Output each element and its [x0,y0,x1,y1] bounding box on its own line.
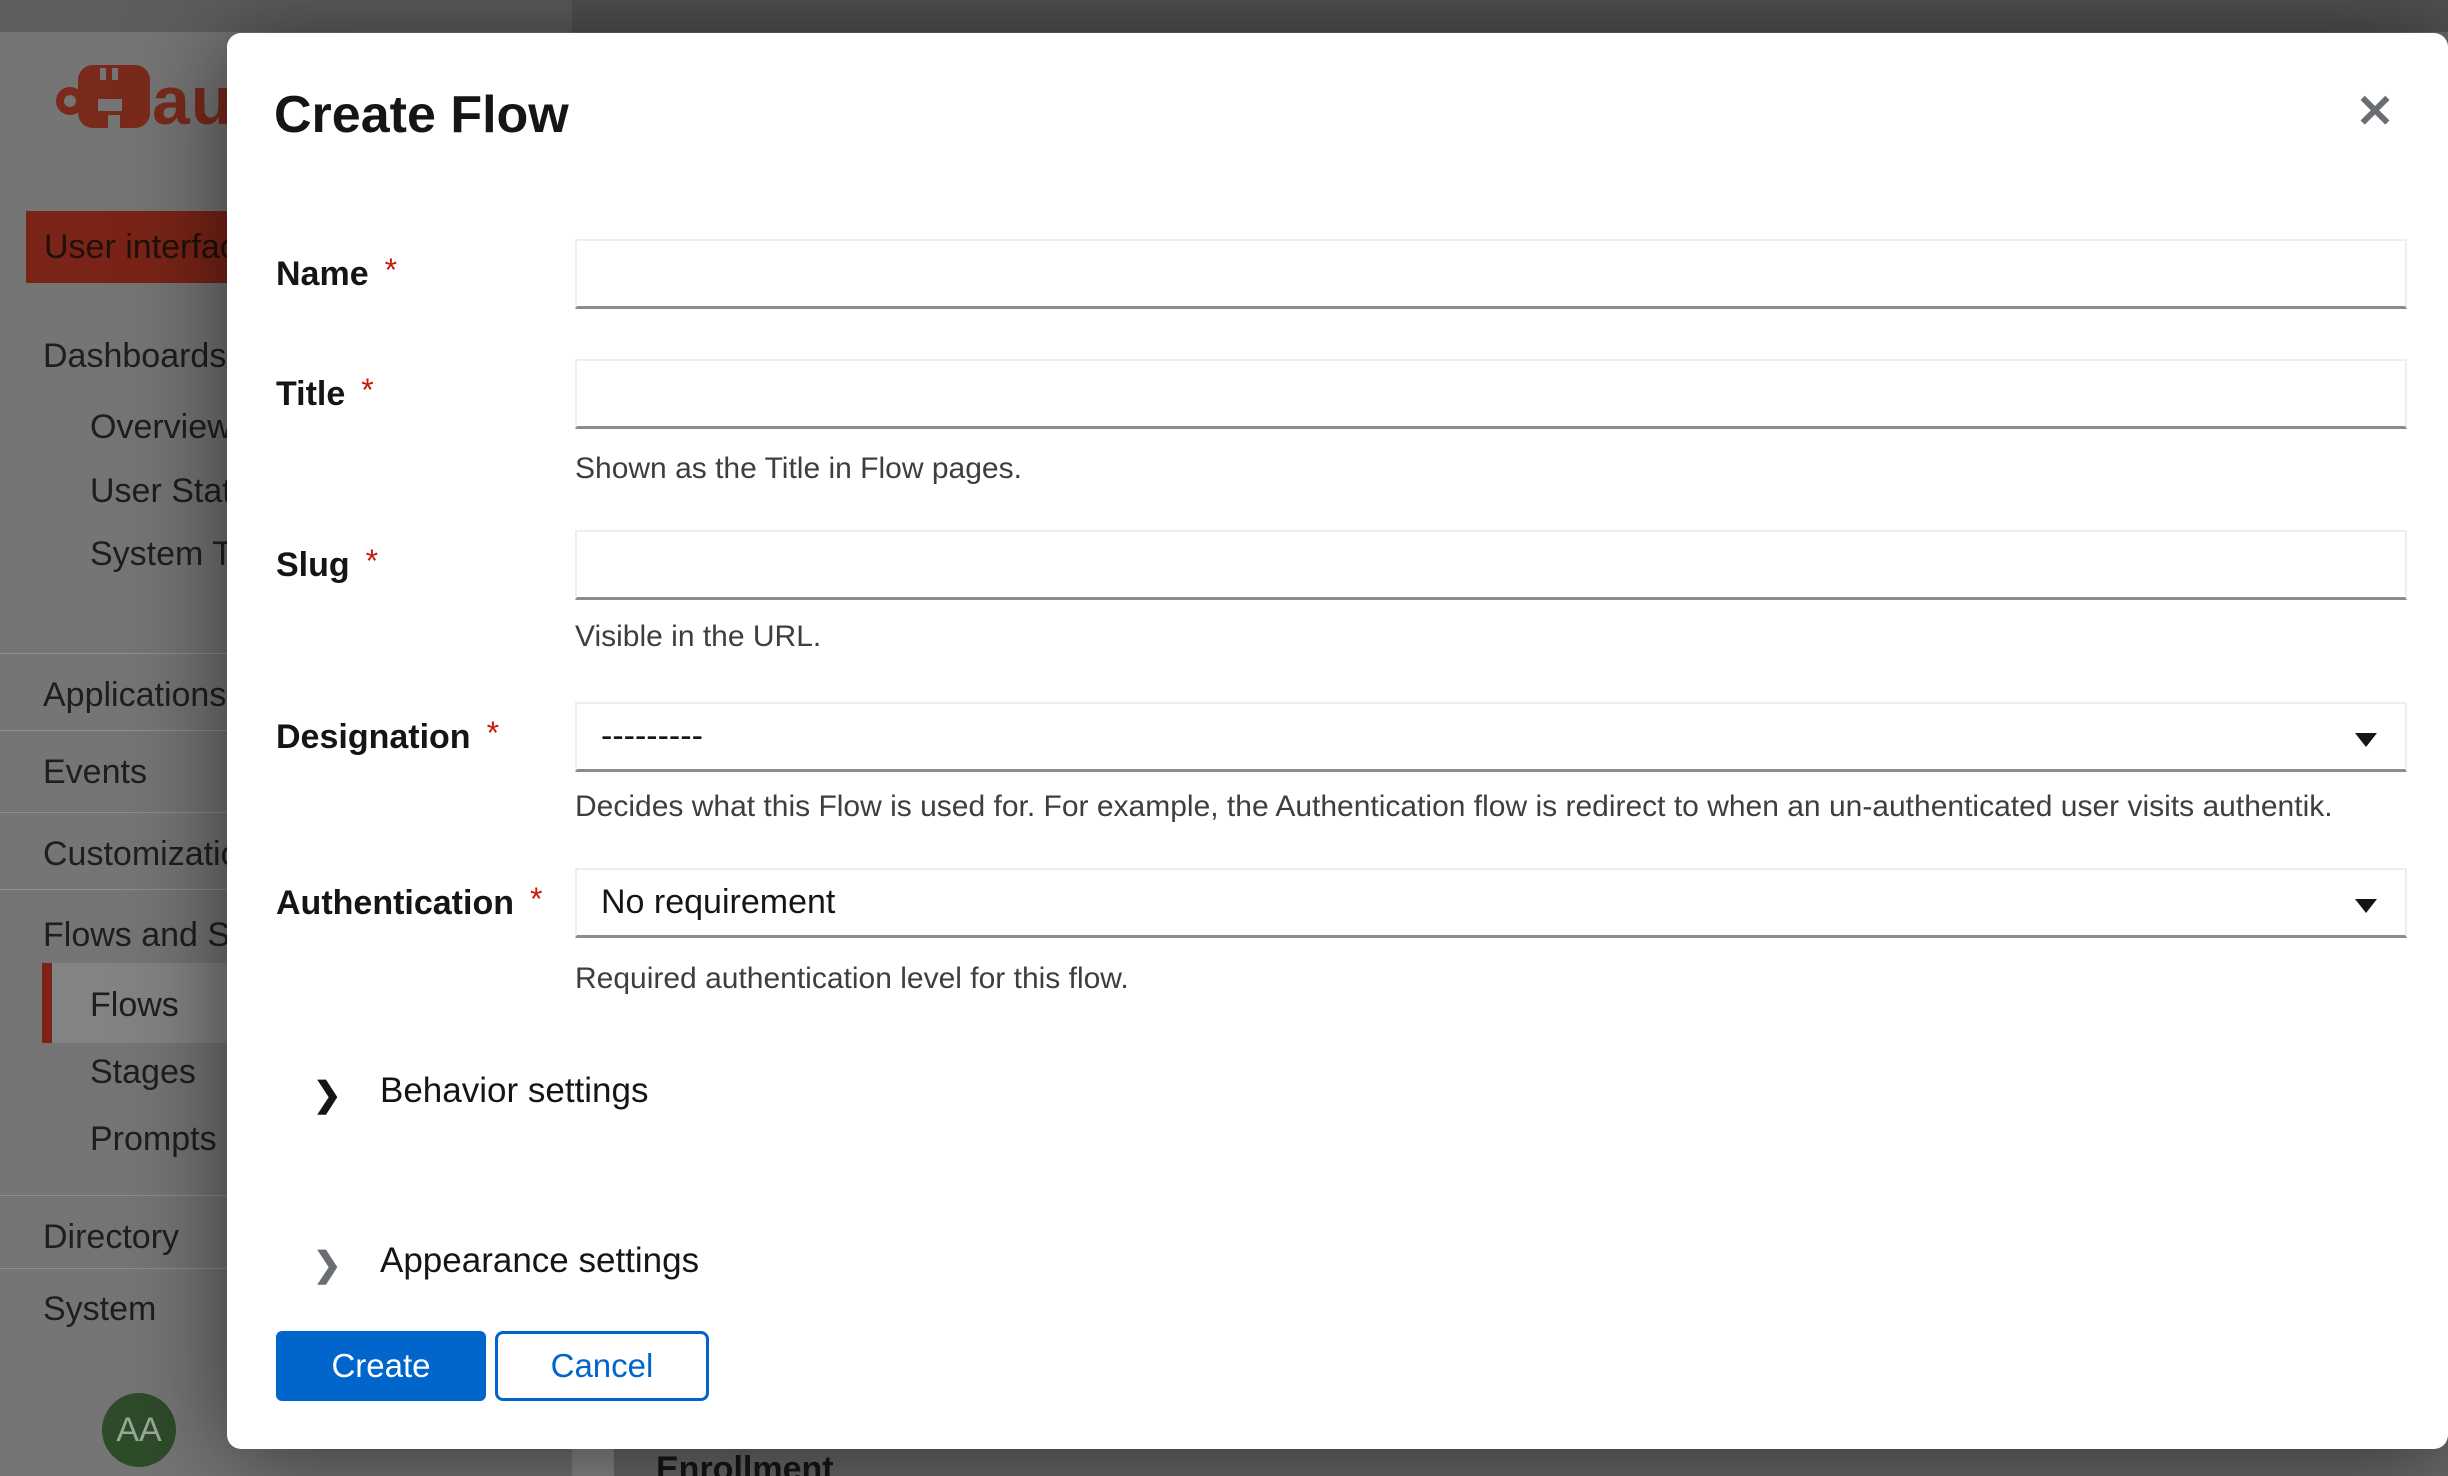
title-label: Title [276,374,345,414]
sidebar-item-flows[interactable]: Flows [90,986,179,1024]
authentication-helper-text: Required authentication level for this f… [575,962,1129,996]
chevron-right-icon[interactable]: ❯ [313,1075,342,1115]
required-asterisk: * [385,252,397,289]
form-row-designation: Designation * --------- [276,702,2407,772]
avatar-initials: AA [116,1411,161,1450]
form-row-name: Name * [276,239,2407,309]
designation-label-col: Designation * [276,717,575,757]
form-row-authentication: Authentication * No requirement [276,868,2407,938]
authentik-logo-icon [78,65,150,128]
user-interface-label: User interface [44,228,256,267]
title-helper-text: Shown as the Title in Flow pages. [575,452,1022,486]
required-asterisk: * [361,372,373,409]
sidebar-item-applications[interactable]: Applications [43,676,226,714]
create-flow-modal: Create Flow ✕ Name * Title * Shown as th… [227,33,2448,1449]
name-control [575,239,2407,309]
designation-control: --------- [575,702,2407,772]
required-asterisk: * [487,715,499,752]
sidebar-item-overview[interactable]: Overview [90,408,232,446]
sidebar-item-prompts[interactable]: Prompts [90,1120,217,1158]
form-row-title: Title * [276,359,2407,429]
logo-slot [98,99,122,111]
sidebar-item-dashboards[interactable]: Dashboards [43,337,226,375]
required-asterisk: * [530,881,542,918]
background-table-cell [572,1449,614,1476]
designation-helper-text: Decides what this Flow is used for. For … [575,790,2333,824]
name-label-col: Name * [276,254,575,294]
logo-crown-notch [100,68,106,80]
sidebar-item-stages[interactable]: Stages [90,1053,196,1091]
authentication-select-value: No requirement [601,883,835,922]
authentik-logo-text: au [152,62,233,140]
authentication-control: No requirement [575,868,2407,938]
cancel-button[interactable]: Cancel [495,1331,709,1401]
behavior-settings-toggle[interactable]: Behavior settings [380,1071,648,1111]
background-enrollment-heading: Enrollment [656,1450,834,1476]
designation-select[interactable]: --------- [575,702,2407,772]
logo-crown-notch [112,68,118,80]
top-bar-sidebar-segment [0,0,572,32]
title-control [575,359,2407,429]
slug-helper-text: Visible in the URL. [575,620,821,654]
slug-input[interactable] [575,530,2407,600]
sidebar-item-events[interactable]: Events [43,753,147,791]
designation-select-value: --------- [601,717,703,756]
create-button[interactable]: Create [276,1331,486,1401]
chevron-down-icon [2355,899,2377,913]
form-row-slug: Slug * [276,530,2407,600]
required-asterisk: * [366,543,378,580]
name-input[interactable] [575,239,2407,309]
appearance-settings-toggle[interactable]: Appearance settings [380,1241,699,1281]
authentication-select[interactable]: No requirement [575,868,2407,938]
avatar[interactable]: AA [102,1393,176,1467]
title-label-col: Title * [276,374,575,414]
title-input[interactable] [575,359,2407,429]
authentication-label-col: Authentication * [276,883,575,923]
slug-label-col: Slug * [276,545,575,585]
slug-label: Slug [276,545,350,585]
sidebar-item-directory[interactable]: Directory [43,1218,179,1256]
designation-label: Designation [276,717,471,757]
top-bar-content-segment [572,0,2448,32]
close-icon[interactable]: ✕ [2345,81,2405,141]
logo-leg-gap [108,115,120,128]
authentication-label: Authentication [276,883,514,923]
slug-control [575,530,2407,600]
modal-title: Create Flow [274,85,569,145]
chevron-down-icon [2355,733,2377,747]
chevron-right-icon[interactable]: ❯ [313,1245,342,1285]
sidebar-item-system[interactable]: System [43,1290,156,1328]
name-label: Name [276,254,369,294]
